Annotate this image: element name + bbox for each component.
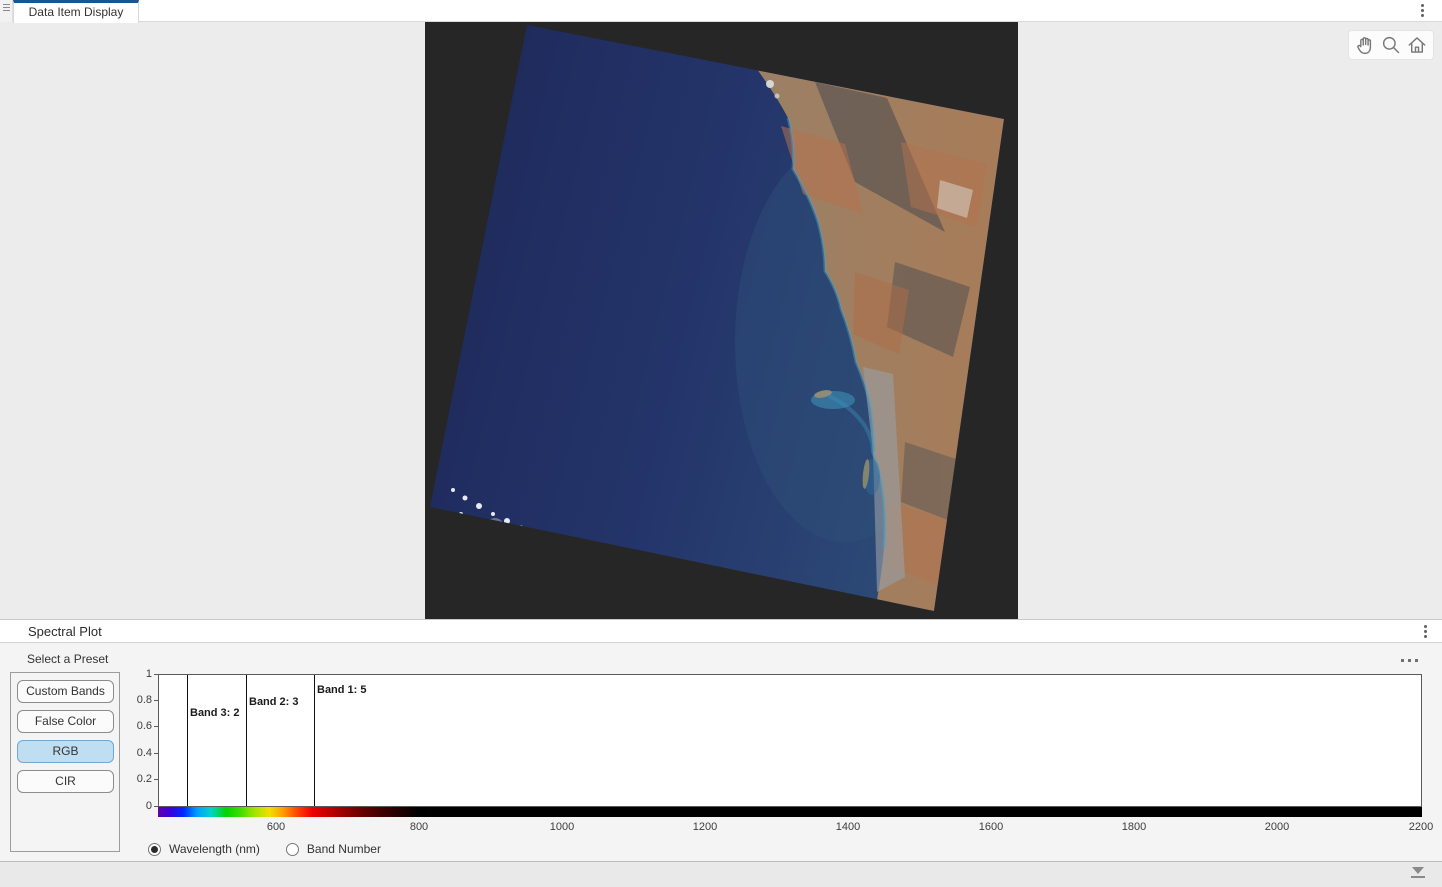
y-tick-0-8: 0.8 (122, 694, 152, 706)
tab-data-item-display[interactable]: Data Item Display (13, 0, 139, 23)
band-3-label: Band 3: 2 (190, 707, 240, 719)
band-2-marker-line[interactable] (246, 675, 247, 806)
y-tick-1: 1 (122, 668, 152, 680)
x-axis-mode-radio-group: Wavelength (nm) Band Number (148, 841, 399, 857)
x-tick-2000: 2000 (1265, 821, 1289, 833)
spectral-plot-panel: Spectral Plot Select a Preset Custom Ban… (0, 620, 1442, 861)
band-number-radio[interactable] (286, 843, 299, 856)
spectral-plot-menu-icon[interactable] (1423, 625, 1427, 638)
preset-rgb-button[interactable]: RGB (17, 740, 114, 763)
band-3-marker-line[interactable] (187, 675, 188, 806)
x-tick-1000: 1000 (550, 821, 574, 833)
x-tick-600: 600 (267, 821, 285, 833)
band-2-label: Band 2: 3 (249, 696, 299, 708)
plot-options-ellipsis-icon[interactable] (1401, 659, 1418, 662)
preset-false-color-button[interactable]: False Color (17, 710, 114, 733)
x-tick-1800: 1800 (1122, 821, 1146, 833)
preset-button-group: Custom Bands False Color RGB CIR (10, 672, 120, 852)
y-tick-0: 0 (122, 800, 152, 812)
satellite-image-canvas[interactable] (425, 22, 1018, 619)
wavelength-radio[interactable] (148, 843, 161, 856)
bottom-status-bar (0, 861, 1442, 887)
preset-cir-button[interactable]: CIR (17, 770, 114, 793)
collapse-panel-icon[interactable] (1410, 867, 1426, 878)
pan-hand-icon[interactable] (1353, 33, 1377, 57)
x-tick-1200: 1200 (693, 821, 717, 833)
home-icon[interactable] (1405, 33, 1429, 57)
preset-custom-bands-button[interactable]: Custom Bands (17, 680, 114, 703)
spectral-plot-title: Spectral Plot (28, 624, 102, 639)
y-tick-0-2: 0.2 (122, 773, 152, 785)
zoom-magnifier-icon[interactable] (1379, 33, 1403, 57)
data-item-display-panel (0, 22, 1442, 620)
band-number-radio-label[interactable]: Band Number (307, 842, 381, 856)
x-tick-1600: 1600 (979, 821, 1003, 833)
band-1-label: Band 1: 5 (317, 684, 367, 696)
x-tick-800: 800 (410, 821, 428, 833)
y-tick-0-4: 0.4 (122, 747, 152, 759)
tab-bar-menu-icon[interactable] (1420, 4, 1424, 17)
spectral-plot-header: Spectral Plot (0, 620, 1442, 643)
x-tick-1400: 1400 (836, 821, 860, 833)
axes-toolbar (1348, 30, 1434, 60)
x-tick-2200: 2200 (1409, 821, 1433, 833)
band-selection-plot[interactable]: Band 3: 2 Band 2: 3 Band 1: 5 (158, 674, 1422, 807)
y-tick-0-6: 0.6 (122, 720, 152, 732)
panel-grip[interactable] (0, 0, 13, 22)
tab-bar: Data Item Display (0, 0, 1442, 22)
band-1-marker-line[interactable] (314, 675, 315, 806)
wavelength-radio-label[interactable]: Wavelength (nm) (169, 842, 260, 856)
panel-grip-icon (3, 4, 10, 13)
satellite-image (425, 22, 1018, 619)
select-a-preset-label: Select a Preset (27, 652, 108, 666)
wavelength-spectrum-colorbar (158, 807, 1422, 817)
hyperspectral-viewer-app: Data Item Display (0, 0, 1442, 887)
